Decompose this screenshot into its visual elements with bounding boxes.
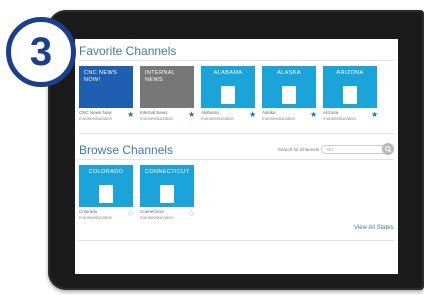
channel-tile[interactable]: COLORADO: [79, 165, 133, 207]
channel-tile[interactable]: ALABAMA: [201, 66, 255, 108]
channel-tile[interactable]: CNC NEWS NOW!: [79, 66, 133, 108]
channel-tile[interactable]: CONNECTICUT: [140, 165, 194, 207]
browse-channels-title: Browse Channels: [79, 143, 174, 157]
section-divider: [79, 240, 394, 241]
channel-owner: mouseeducation: [140, 116, 174, 121]
channel-name[interactable]: Colorado: [79, 209, 97, 214]
channel-owner: mouseeducation: [79, 116, 113, 121]
channel-name[interactable]: Connecticut: [140, 209, 164, 214]
channel-tile-label: ALABAMA: [213, 70, 243, 76]
section-divider: [79, 159, 394, 160]
section-divider: [79, 60, 394, 61]
search-input[interactable]: Go: [321, 145, 389, 154]
state-shape-icon: [221, 86, 235, 104]
channel-tile-label: CONNECTICUT: [145, 169, 190, 175]
search-placeholder: Go: [327, 147, 334, 152]
channel-owner: mouseeducation: [201, 116, 235, 121]
app-screen: Favorite Channels Browse Channels Search…: [75, 39, 398, 274]
section-divider: [79, 133, 394, 134]
star-icon[interactable]: ☆: [188, 210, 195, 218]
star-icon[interactable]: ★: [371, 111, 378, 119]
step-number: 3: [29, 29, 53, 74]
channel-tile[interactable]: INTERNAL NEWS: [140, 66, 194, 108]
channel-name[interactable]: Arizona: [323, 110, 338, 115]
channel-name[interactable]: Internal News: [140, 110, 168, 115]
channel-owner: mouseeducation: [140, 215, 174, 220]
state-shape-icon: [282, 86, 296, 104]
channel-owner: mouseeducation: [262, 116, 296, 121]
channel-tile-label: CNC NEWS NOW!: [84, 70, 118, 83]
step-badge: 3: [6, 17, 76, 87]
channel-owner: mouseeducation: [323, 116, 357, 121]
state-shape-icon: [99, 185, 113, 203]
state-shape-icon: [160, 185, 174, 203]
channel-tile-label: INTERNAL NEWS: [145, 70, 176, 83]
search-button[interactable]: [382, 143, 394, 155]
channel-name[interactable]: Alabama: [201, 110, 219, 115]
channel-tile[interactable]: ALASKA: [262, 66, 316, 108]
star-icon[interactable]: ☆: [127, 210, 134, 218]
state-shape-icon: [343, 86, 357, 104]
favorite-channels-title: Favorite Channels: [79, 44, 177, 58]
star-icon[interactable]: ★: [249, 111, 256, 119]
channel-tile[interactable]: ARIZONA: [323, 66, 377, 108]
channel-owner: mouseeducation: [79, 215, 113, 220]
view-all-states-link[interactable]: View All States: [354, 225, 394, 231]
channel-tile-label: COLORADO: [88, 169, 124, 175]
channel-name[interactable]: CNC News Now: [79, 110, 112, 115]
channel-name[interactable]: Alaska: [262, 110, 276, 115]
star-icon[interactable]: ★: [310, 111, 317, 119]
star-icon[interactable]: ★: [188, 111, 195, 119]
channel-tile-label: ARIZONA: [336, 70, 364, 76]
search-label: Search for Channels: [278, 147, 320, 152]
star-icon[interactable]: ★: [127, 111, 134, 119]
search-icon: [384, 145, 392, 153]
channel-tile-label: ALASKA: [277, 70, 301, 76]
